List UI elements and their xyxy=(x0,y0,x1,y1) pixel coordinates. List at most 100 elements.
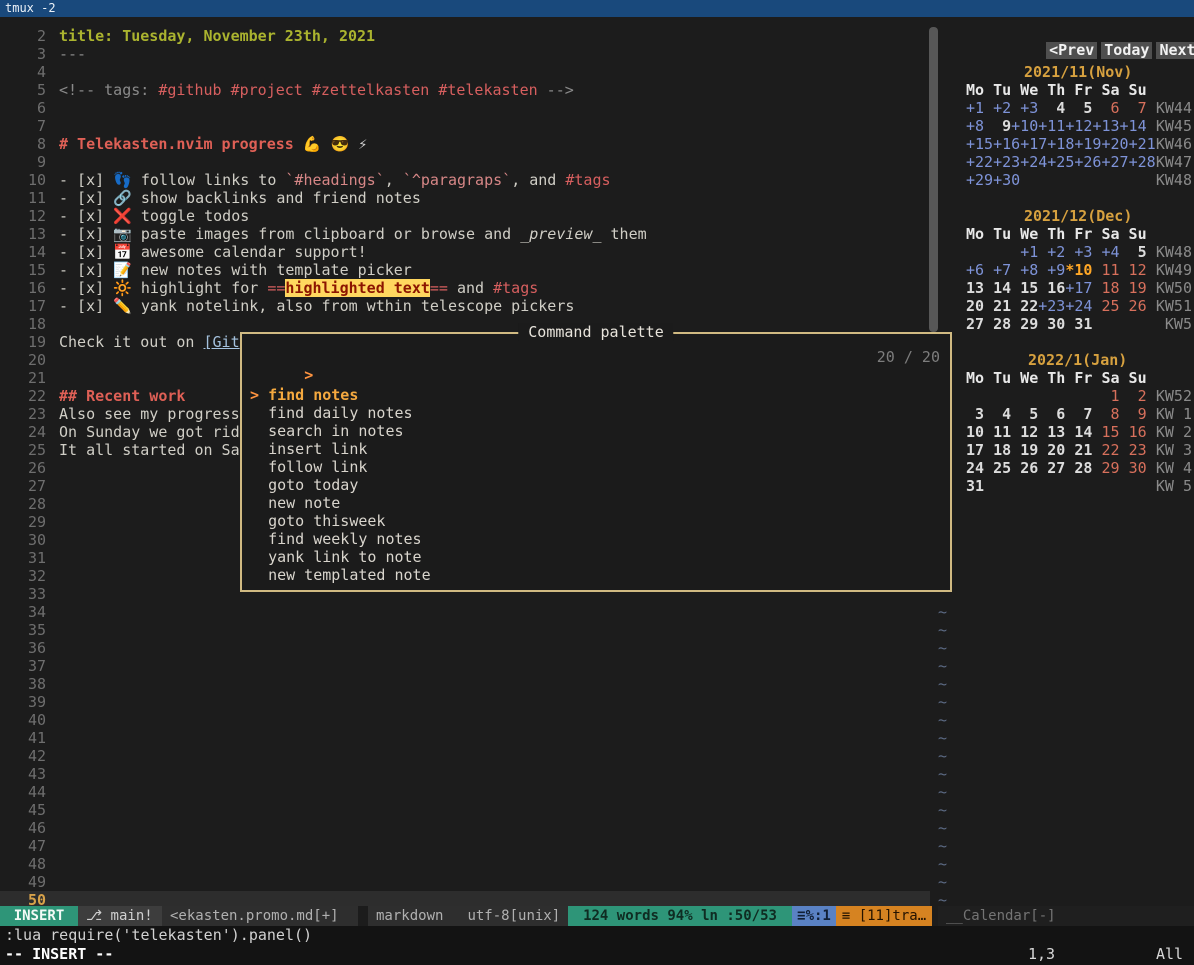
calendar-day-link[interactable]: +26 xyxy=(1074,153,1101,171)
editor-line[interactable]: 34 xyxy=(0,603,930,621)
editor-line[interactable]: 41 xyxy=(0,729,930,747)
calendar-day-link[interactable]: +23 xyxy=(1038,297,1065,315)
calendar-day-link[interactable]: +18 xyxy=(1047,135,1074,153)
palette-item[interactable]: goto today xyxy=(250,476,358,494)
calendar-day-link[interactable]: +24 xyxy=(1020,153,1047,171)
calendar-day-link[interactable]: +25 xyxy=(1047,153,1074,171)
editor-line[interactable]: 4 xyxy=(0,63,930,81)
calendar-day-link[interactable]: +11 xyxy=(1038,117,1065,135)
calendar-day-link[interactable]: +6 xyxy=(966,261,993,279)
palette-item[interactable]: follow link xyxy=(250,458,367,476)
editor-line[interactable]: 13- [x] 📷 paste images from clipboard or… xyxy=(0,225,930,243)
calendar-day-link[interactable]: +3 xyxy=(1074,243,1101,261)
calendar-day-link[interactable]: +1 xyxy=(1020,243,1047,261)
week-number: KW51 xyxy=(1150,297,1192,315)
palette-item[interactable]: yank link to note xyxy=(250,548,422,566)
calendar-day-link[interactable]: +10 xyxy=(1011,117,1038,135)
calendar-day-link[interactable]: +23 xyxy=(993,153,1020,171)
editor-line[interactable]: 10- [x] 👣 follow links to `#headings`, `… xyxy=(0,171,930,189)
calendar-day-link[interactable]: +4 xyxy=(1101,243,1128,261)
calendar-day-link[interactable]: +19 xyxy=(1074,135,1101,153)
calendar-week-row: +6 +7 +8 +9*10 11 12KW49 xyxy=(966,261,1147,279)
calendar-day: 25 xyxy=(993,459,1020,477)
editor-line[interactable]: 17- [x] ✏️ yank notelink, also from wthi… xyxy=(0,297,930,315)
calendar-prev-button[interactable]: <Prev xyxy=(1046,42,1097,59)
calendar-day-link[interactable]: +16 xyxy=(993,135,1020,153)
palette-item[interactable]: > find notes xyxy=(250,386,358,404)
editor-line[interactable]: 37 xyxy=(0,657,930,675)
editor-line[interactable]: 38 xyxy=(0,675,930,693)
editor-line[interactable]: 49 xyxy=(0,873,930,891)
calendar-today-button[interactable]: Today xyxy=(1101,42,1152,59)
calendar-next-button[interactable]: Next> xyxy=(1156,42,1194,59)
editor-line[interactable]: 36 xyxy=(0,639,930,657)
calendar-day-link[interactable]: +24 xyxy=(1065,297,1092,315)
calendar-day-link[interactable]: +30 xyxy=(993,171,1020,189)
editor-line[interactable]: 42 xyxy=(0,747,930,765)
editor-line[interactable]: 9 xyxy=(0,153,930,171)
calendar-day-link[interactable]: +17 xyxy=(1065,279,1092,297)
editor-line[interactable]: 2title: Tuesday, November 23th, 2021 xyxy=(0,27,930,45)
palette-item[interactable]: find daily notes xyxy=(250,404,413,422)
calendar-day-link[interactable]: +20 xyxy=(1101,135,1128,153)
palette-item[interactable]: goto thisweek xyxy=(250,512,385,530)
calendar-day-link[interactable]: +22 xyxy=(966,153,993,171)
editor-line[interactable]: 45 xyxy=(0,801,930,819)
calendar-day-link[interactable]: +27 xyxy=(1101,153,1128,171)
scrollbar-thumb[interactable] xyxy=(929,27,938,332)
line-number: 4 xyxy=(0,63,46,81)
editor-line[interactable]: 8# Telekasten.nvim progress 💪 😎 ⚡ xyxy=(0,135,930,153)
line-text: - [x] 📷 paste images from clipboard or b… xyxy=(59,225,647,243)
editor-line[interactable]: 44 xyxy=(0,783,930,801)
palette-item[interactable]: search in notes xyxy=(250,422,404,440)
calendar-day: 2 xyxy=(1129,387,1147,405)
editor-line[interactable]: 40 xyxy=(0,711,930,729)
palette-item[interactable]: new note xyxy=(250,494,340,512)
cursor-position: 1,3 xyxy=(1028,944,1055,964)
editor-line[interactable]: 35 xyxy=(0,621,930,639)
editor-line[interactable]: 46 xyxy=(0,819,930,837)
calendar-day-link[interactable]: +15 xyxy=(966,135,993,153)
calendar-day-link[interactable]: +12 xyxy=(1065,117,1092,135)
editor-line[interactable]: 15- [x] 📝 new notes with template picker xyxy=(0,261,930,279)
scroll-position: All xyxy=(1156,944,1183,964)
editor-line[interactable]: 5<!-- tags: #github #project #zettelkast… xyxy=(0,81,930,99)
calendar-day-link[interactable]: +8 xyxy=(966,117,993,135)
editor-line[interactable]: 16- [x] 🔆 highlight for ==highlighted te… xyxy=(0,279,930,297)
palette-item[interactable]: new templated note xyxy=(250,566,431,584)
calendar-day-link[interactable]: +9 xyxy=(1047,261,1065,279)
editor-line[interactable]: 48 xyxy=(0,855,930,873)
editor-line[interactable]: 18 xyxy=(0,315,930,333)
palette-item-label: goto today xyxy=(268,476,358,494)
editor-line[interactable]: 12- [x] ❌ toggle todos xyxy=(0,207,930,225)
calendar-day-link[interactable]: +7 xyxy=(993,261,1020,279)
calendar-day-link[interactable]: *10 xyxy=(1065,261,1092,279)
calendar-week-row: +22+23+24+25+26+27+28KW47 xyxy=(966,153,1156,171)
palette-prompt-input[interactable]: > 20 / 20 xyxy=(250,348,940,366)
palette-item[interactable]: find weekly notes xyxy=(250,530,422,548)
editor-line[interactable]: 6 xyxy=(0,99,930,117)
calendar-day-link[interactable]: +1 xyxy=(966,99,993,117)
editor-line[interactable]: 14- [x] 📅 awesome calendar support! xyxy=(0,243,930,261)
calendar-day-link[interactable]: +14 xyxy=(1120,117,1147,135)
calendar-day-link[interactable]: +3 xyxy=(1020,99,1047,117)
calendar-day-link[interactable]: +8 xyxy=(1020,261,1047,279)
calendar-day-link[interactable]: +2 xyxy=(1047,243,1074,261)
editor-line[interactable]: 3--- xyxy=(0,45,930,63)
calendar-day-link[interactable]: +29 xyxy=(966,171,993,189)
palette-item[interactable]: insert link xyxy=(250,440,367,458)
command-line[interactable]: :lua require('telekasten').panel() xyxy=(5,926,312,944)
week-number: KW46 xyxy=(1150,135,1192,153)
editor-line[interactable]: 47 xyxy=(0,837,930,855)
calendar-day-link[interactable]: +2 xyxy=(993,99,1020,117)
empty-line-tilde: ~ xyxy=(938,801,947,819)
editor-line[interactable]: 43 xyxy=(0,765,930,783)
empty-line-tilde: ~ xyxy=(938,729,947,747)
editor-line[interactable]: 11- [x] 🔗 show backlinks and friend note… xyxy=(0,189,930,207)
calendar-day-link[interactable]: +13 xyxy=(1092,117,1119,135)
editor-line[interactable]: 39 xyxy=(0,693,930,711)
caret-spacer xyxy=(250,440,268,458)
text-segment: - [x] xyxy=(59,279,113,297)
editor-line[interactable]: 7 xyxy=(0,117,930,135)
calendar-day-link[interactable]: +17 xyxy=(1020,135,1047,153)
